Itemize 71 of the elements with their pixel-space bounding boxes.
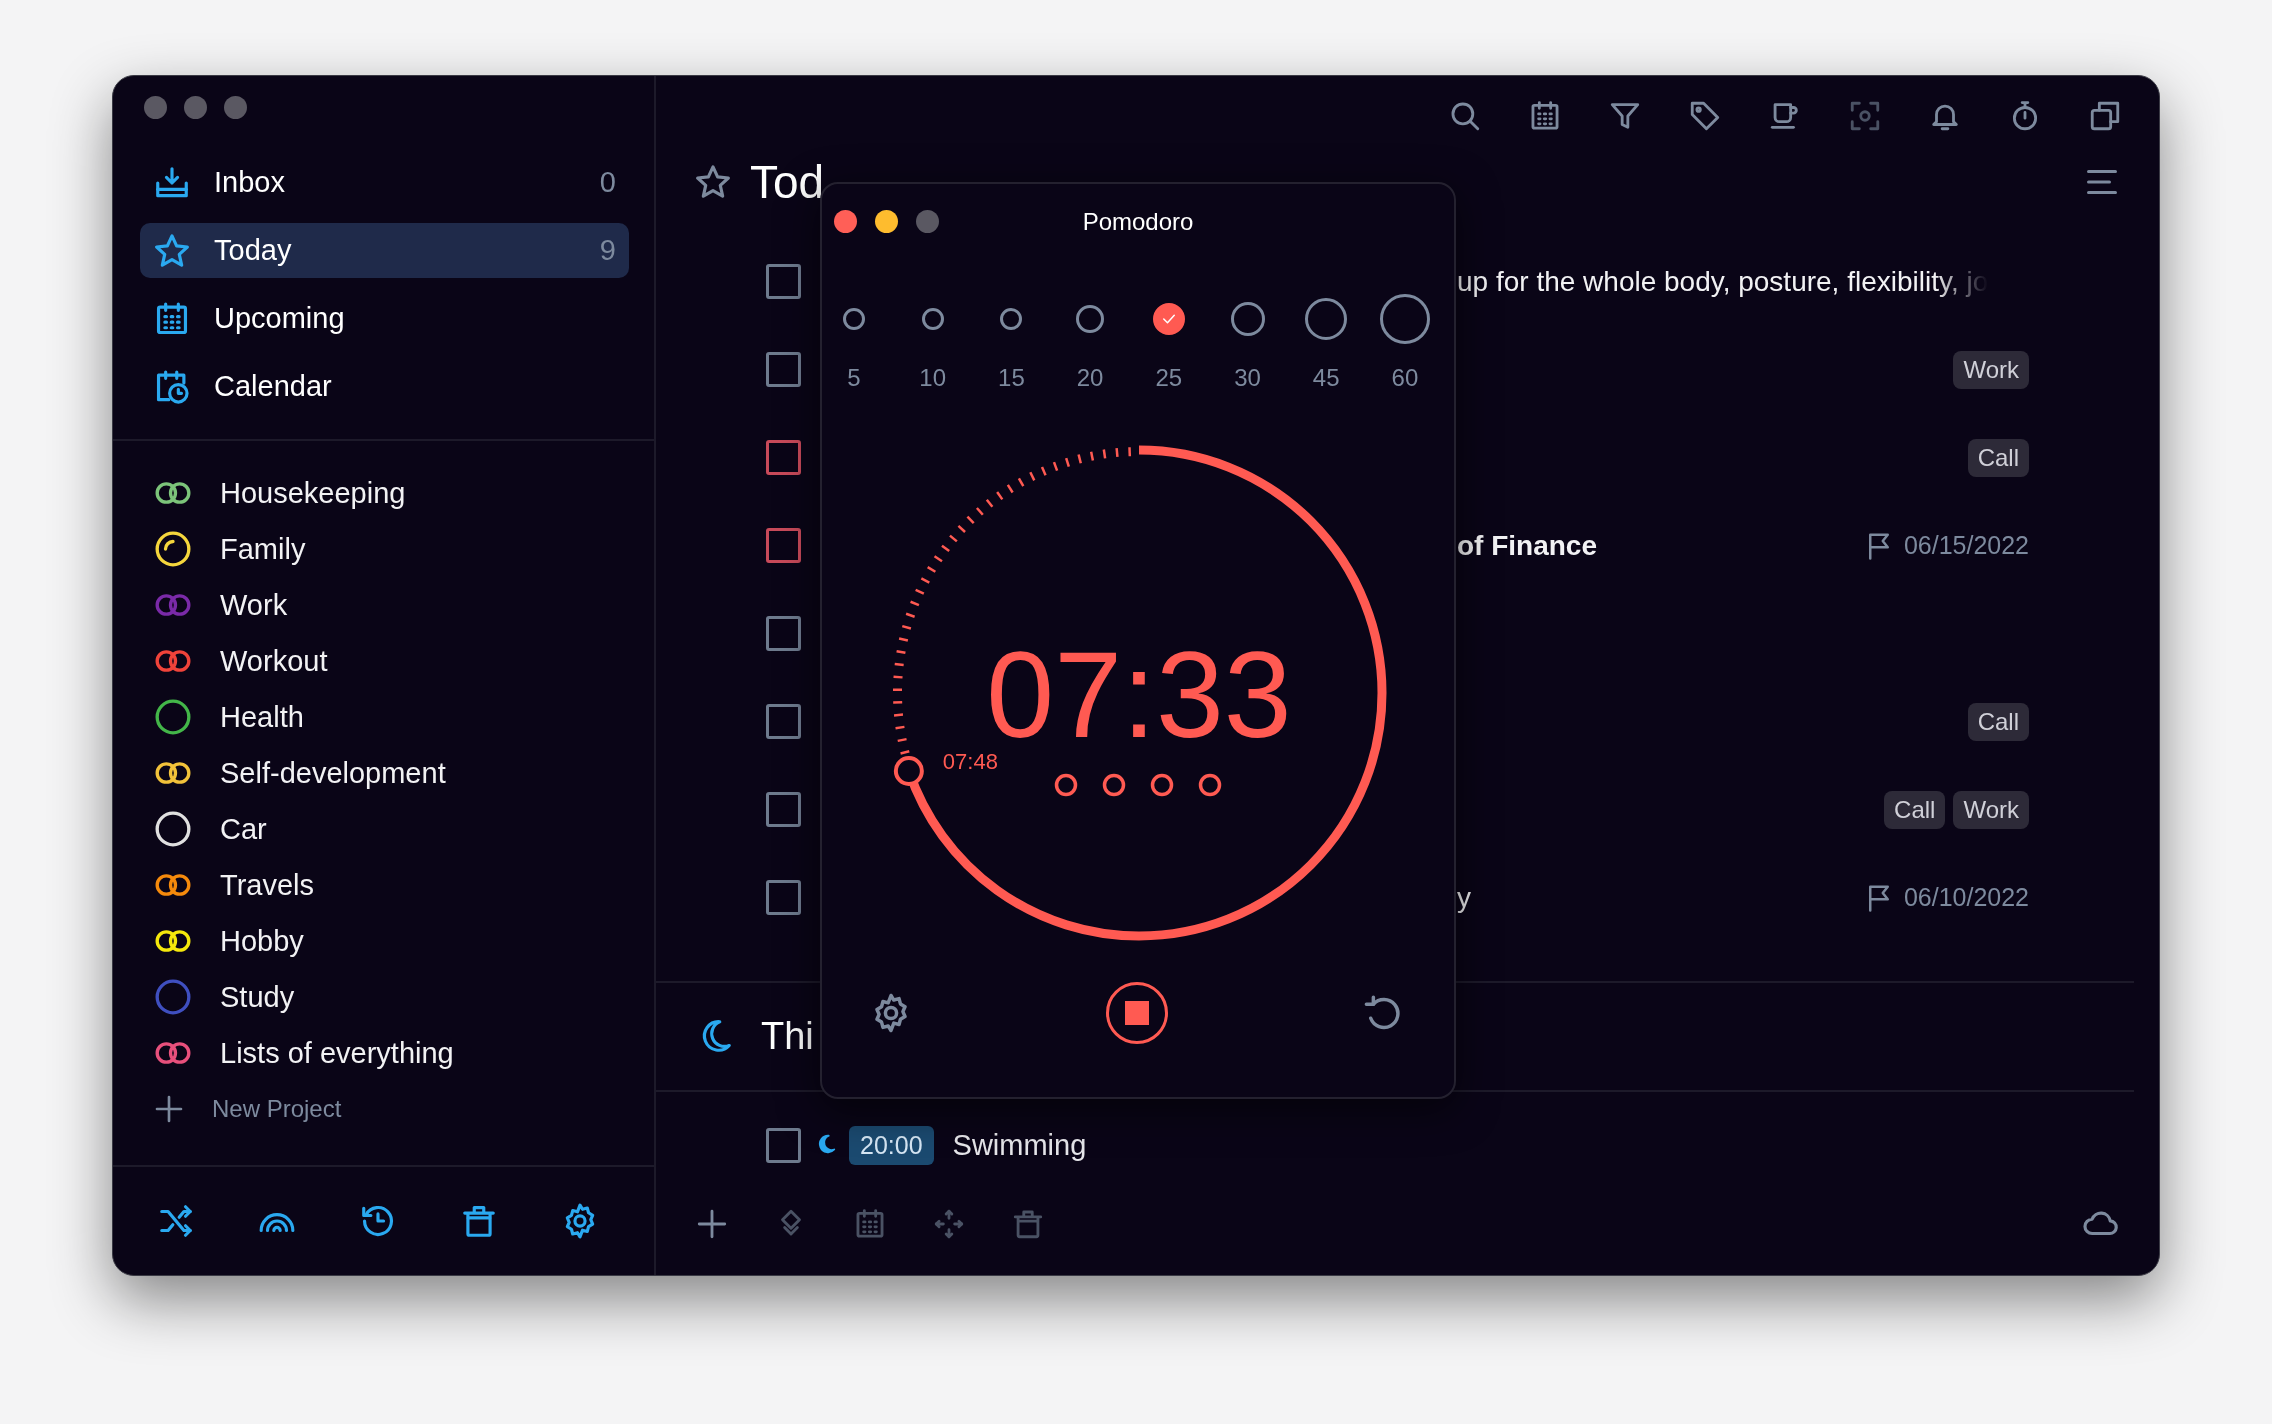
project-item[interactable]: Hobby (113, 913, 654, 969)
stop-button[interactable] (1106, 982, 1168, 1044)
duration-option[interactable] (1076, 305, 1105, 333)
tag[interactable]: Work (1953, 790, 2029, 829)
project-item[interactable]: Travels (113, 857, 654, 913)
duration-label: 60 (1391, 363, 1419, 393)
tag[interactable]: Call (1967, 702, 2029, 741)
task-title[interactable]: y (1457, 881, 1471, 914)
checkbox[interactable] (766, 264, 801, 300)
minimize-button[interactable] (875, 210, 898, 233)
project-item[interactable]: Workout (113, 633, 654, 689)
duration-option[interactable] (843, 308, 865, 330)
star-icon (694, 162, 732, 201)
sidebar-item[interactable]: Inbox 0 (140, 155, 629, 210)
window-control[interactable] (144, 96, 167, 119)
time-badge: 20:00 (849, 1126, 934, 1166)
project-item[interactable]: Health (113, 689, 654, 745)
progress-handle[interactable] (893, 756, 924, 786)
checkbox[interactable] (766, 440, 801, 476)
task-title[interactable]: Swimming (952, 1129, 1087, 1163)
duration-label: 5 (847, 363, 861, 393)
item-count: 0 (599, 166, 616, 199)
sidebar-item[interactable]: Calendar (140, 359, 629, 414)
duration-option[interactable] (1379, 294, 1430, 344)
duration-label: 25 (1155, 363, 1183, 393)
project-item[interactable]: Self-development (113, 745, 654, 801)
new-project-button[interactable]: New Project (113, 1081, 654, 1137)
project-item[interactable]: Work (113, 577, 654, 633)
sidebar-item[interactable]: Today 9 (140, 223, 629, 278)
duration-option[interactable] (1230, 302, 1265, 336)
project-item[interactable]: Family (113, 521, 654, 577)
plus-icon (153, 1093, 185, 1125)
duration-option[interactable] (1000, 308, 1023, 330)
duration-option[interactable] (1152, 303, 1185, 335)
window-control[interactable] (184, 96, 207, 119)
due-date: 06/15/2022 (1903, 531, 2029, 561)
tag[interactable]: Call (1967, 438, 2029, 477)
tag[interactable]: Call (1884, 790, 1946, 829)
window-control[interactable] (224, 96, 247, 119)
checkbox[interactable] (766, 1128, 801, 1164)
section-title: Thi (761, 1014, 814, 1058)
task-title[interactable]: of Finance (1457, 529, 1597, 562)
checkbox[interactable] (766, 616, 801, 652)
checkbox[interactable] (766, 880, 801, 916)
sidebar-item[interactable]: Upcoming (140, 291, 629, 346)
duration-label: 10 (919, 363, 947, 393)
project-item[interactable]: Car (113, 801, 654, 857)
checkbox[interactable] (766, 528, 801, 564)
project-item[interactable]: Study (113, 969, 654, 1025)
tag[interactable]: Work (1953, 350, 2029, 389)
duration-label: 30 (1234, 363, 1261, 393)
shuffle-icon[interactable] (157, 1202, 195, 1240)
task-title[interactable]: up for the whole body, posture, flexibility, jo (1457, 265, 1989, 298)
checkbox[interactable] (766, 792, 801, 828)
zoom-button[interactable] (916, 210, 939, 233)
star-icon (153, 231, 191, 270)
project-item[interactable]: Lists of everything (113, 1025, 654, 1081)
duration-option[interactable] (1305, 298, 1348, 340)
page-title: Tod (750, 154, 826, 209)
duration-option[interactable] (921, 308, 944, 330)
marker-time: 07:48 (942, 749, 998, 774)
duration-label: 45 (1312, 363, 1340, 393)
project-item[interactable]: Housekeeping (113, 465, 654, 521)
item-count: 9 (599, 234, 616, 267)
checkbox[interactable] (766, 704, 801, 740)
duration-label: 20 (1076, 363, 1104, 393)
close-button[interactable] (834, 210, 857, 233)
checkbox[interactable] (766, 352, 801, 388)
due-date: 06/10/2022 (1903, 883, 2029, 913)
duration-label: 15 (998, 363, 1025, 393)
window-title: Pomodoro (1082, 208, 1194, 236)
